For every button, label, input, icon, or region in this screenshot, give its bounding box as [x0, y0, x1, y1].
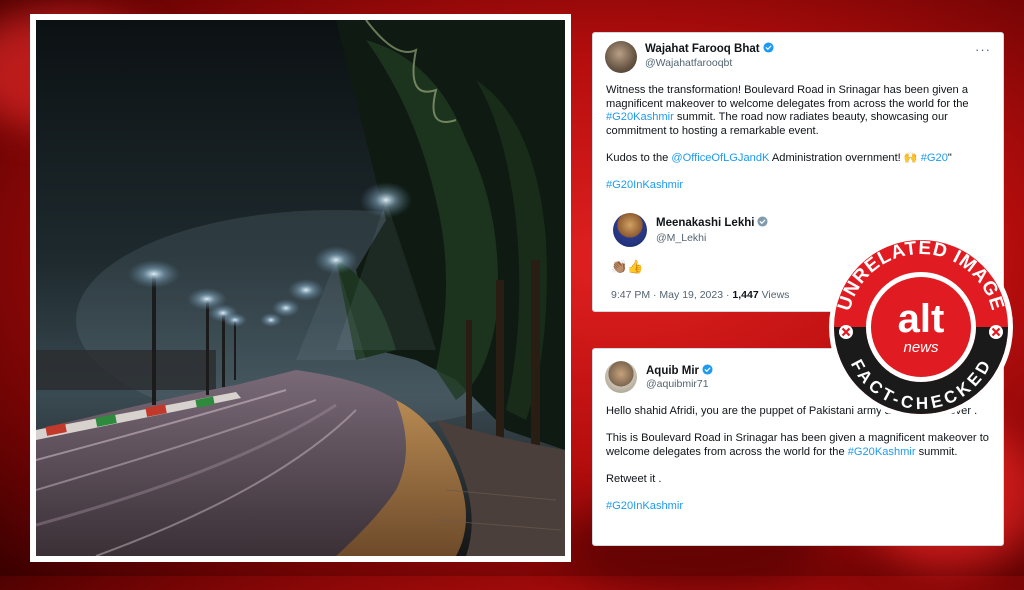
quote-author-name-text[interactable]: Meenakashi Lekhi [656, 217, 754, 229]
alt-logo-text: alt [898, 297, 945, 341]
hashtag-link[interactable]: #G20InKashmir [606, 179, 683, 191]
quote-author-handle[interactable]: @M_Lekhi [656, 232, 706, 244]
verified-badge-icon [763, 42, 774, 53]
stamp-close-icon [989, 325, 1003, 339]
avatar[interactable] [605, 361, 637, 393]
views-count: 1,447 [732, 289, 759, 301]
quote-author-name[interactable]: Meenakashi Lekhi [656, 216, 768, 229]
author-name-text[interactable]: Wajahat Farooq Bhat [645, 43, 760, 55]
tweet-timestamp[interactable]: 9:47 PM · May 19, 2023 · [611, 289, 732, 301]
author-name[interactable]: Aquib Mir [646, 364, 713, 377]
tweet-text: Witness the transformation! Boulevard Ro… [606, 84, 969, 110]
author-handle[interactable]: @aquibmir71 [646, 378, 709, 390]
author-name[interactable]: Wajahat Farooq Bhat [645, 42, 774, 55]
more-options-icon[interactable]: ··· [975, 42, 991, 57]
tweet-text: " [947, 151, 952, 164]
emoji-reaction: 👏🏽👍 [611, 259, 644, 274]
alt-logo-subtext: news [903, 339, 939, 356]
hashtag-link[interactable]: #G20Kashmir [848, 446, 916, 458]
tweet-text: summit. [915, 445, 958, 458]
tweet-timestamp-views[interactable]: 9:47 PM · May 19, 2023 · 1,447 Views [611, 289, 789, 301]
hashtag-link[interactable]: #G20Kashmir [606, 111, 674, 123]
night-road-photo-frame [30, 14, 571, 562]
hashtag-link[interactable]: #G20 [921, 152, 948, 164]
avatar[interactable] [605, 41, 637, 73]
author-handle[interactable]: @Wajahatfarooqbt [645, 57, 732, 69]
quote-avatar[interactable] [613, 213, 647, 247]
views-label: Views [758, 289, 790, 301]
stamp-close-icon [839, 325, 853, 339]
fact-check-stamp: UNRELATED IMAGE FACT-CHECKED alt news [829, 235, 1013, 419]
verified-badge-icon [757, 216, 768, 227]
hashtag-link[interactable]: #G20InKashmir [606, 500, 683, 512]
tweet-text: Kudos to the [606, 151, 672, 164]
mention-link[interactable]: @OfficeOfLGJandK [671, 152, 769, 164]
boulevard-road-night-photo [36, 20, 565, 556]
tweet-text: Administration overnment! 🙌 [769, 151, 921, 164]
verified-badge-icon [702, 364, 713, 375]
author-name-text[interactable]: Aquib Mir [646, 365, 699, 377]
tweet-body: Witness the transformation! Boulevard Ro… [606, 84, 994, 193]
tweet-text: Retweet it . [606, 472, 662, 485]
